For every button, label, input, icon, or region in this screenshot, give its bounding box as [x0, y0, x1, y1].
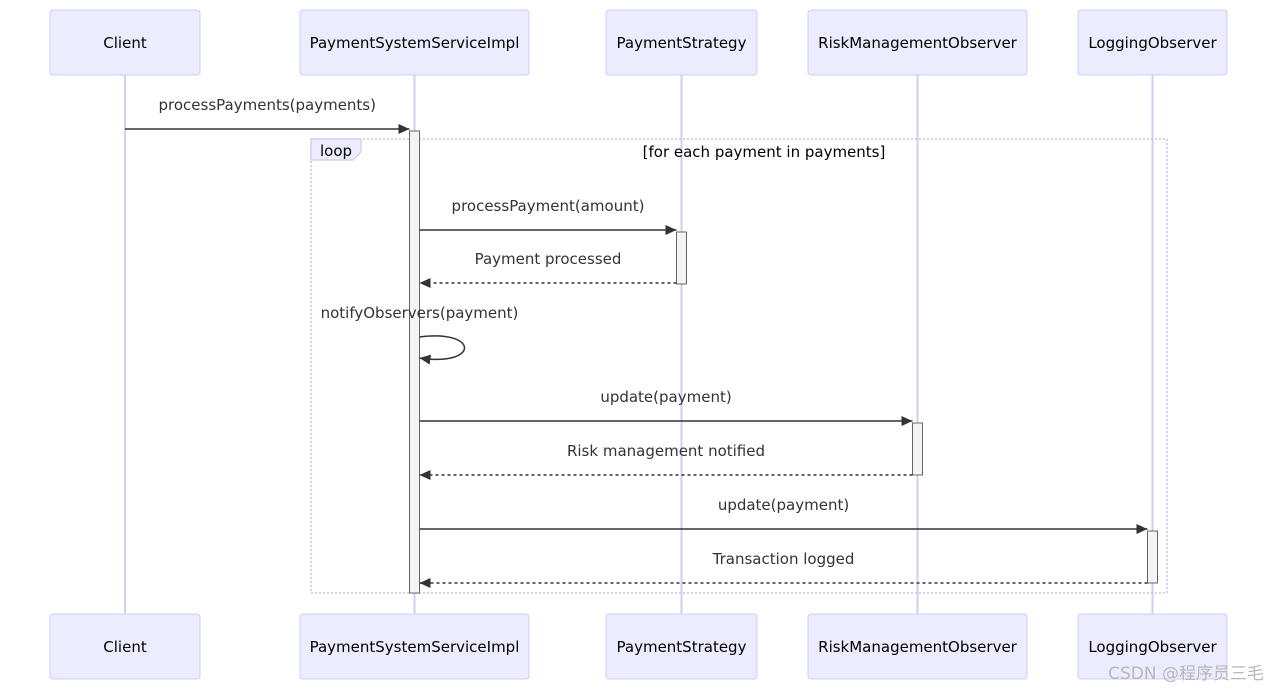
message-1: processPayment(amount) [419, 197, 677, 235]
watermark: CSDN @程序员三毛 [1108, 664, 1264, 684]
message-label: update(payment) [718, 496, 849, 514]
participant-top-3: RiskManagementObserver [807, 9, 1028, 76]
loop-condition: [for each payment in payments] [643, 143, 886, 161]
participant-bottom-2: PaymentStrategy [605, 613, 758, 680]
message-label: update(payment) [600, 388, 731, 406]
message-label: processPayments(payments) [159, 96, 376, 114]
self-message-arrow [419, 335, 465, 365]
message-6: update(payment) [419, 496, 1148, 534]
participant-label: Client [103, 638, 147, 656]
participant-bottom-1: PaymentSystemServiceImpl [299, 613, 530, 680]
message-label: notifyObservers(payment) [321, 304, 519, 322]
loop-frame [310, 138, 1168, 594]
participant-bottom-0: Client [49, 613, 201, 680]
participant-top-4: LoggingObserver [1077, 9, 1228, 76]
participant-top-1: PaymentSystemServiceImpl [299, 9, 530, 76]
loop-label: loop [320, 142, 352, 160]
message-0: processPayments(payments) [125, 96, 410, 134]
participant-label: RiskManagementObserver [818, 34, 1018, 52]
participant-bottom-3: RiskManagementObserver [807, 613, 1028, 680]
participant-label: PaymentStrategy [617, 34, 747, 52]
activation-bar-1 [409, 130, 420, 594]
participant-label: LoggingObserver [1088, 638, 1217, 656]
participant-label: Client [103, 34, 147, 52]
message-label: Transaction logged [712, 550, 855, 568]
message-label: processPayment(amount) [452, 197, 645, 215]
message-2: Payment processed [419, 250, 677, 288]
activation-bar-3 [912, 422, 923, 476]
activation-bar-4 [1147, 530, 1158, 584]
message-5: Risk management notified [419, 442, 913, 480]
participant-label: RiskManagementObserver [818, 638, 1018, 656]
participant-top-2: PaymentStrategy [605, 9, 758, 76]
message-label: Risk management notified [567, 442, 765, 460]
participant-label: PaymentStrategy [617, 638, 747, 656]
participant-label: LoggingObserver [1088, 34, 1217, 52]
message-4: update(payment) [419, 388, 913, 426]
message-label: Payment processed [475, 250, 622, 268]
participant-top-0: Client [49, 9, 201, 76]
activation-bar-2 [676, 231, 687, 285]
participant-label: PaymentSystemServiceImpl [310, 638, 520, 656]
participant-label: PaymentSystemServiceImpl [310, 34, 520, 52]
message-7: Transaction logged [419, 550, 1148, 588]
sequence-diagram: loop [for each payment in payments] Client… [49, 9, 1228, 680]
